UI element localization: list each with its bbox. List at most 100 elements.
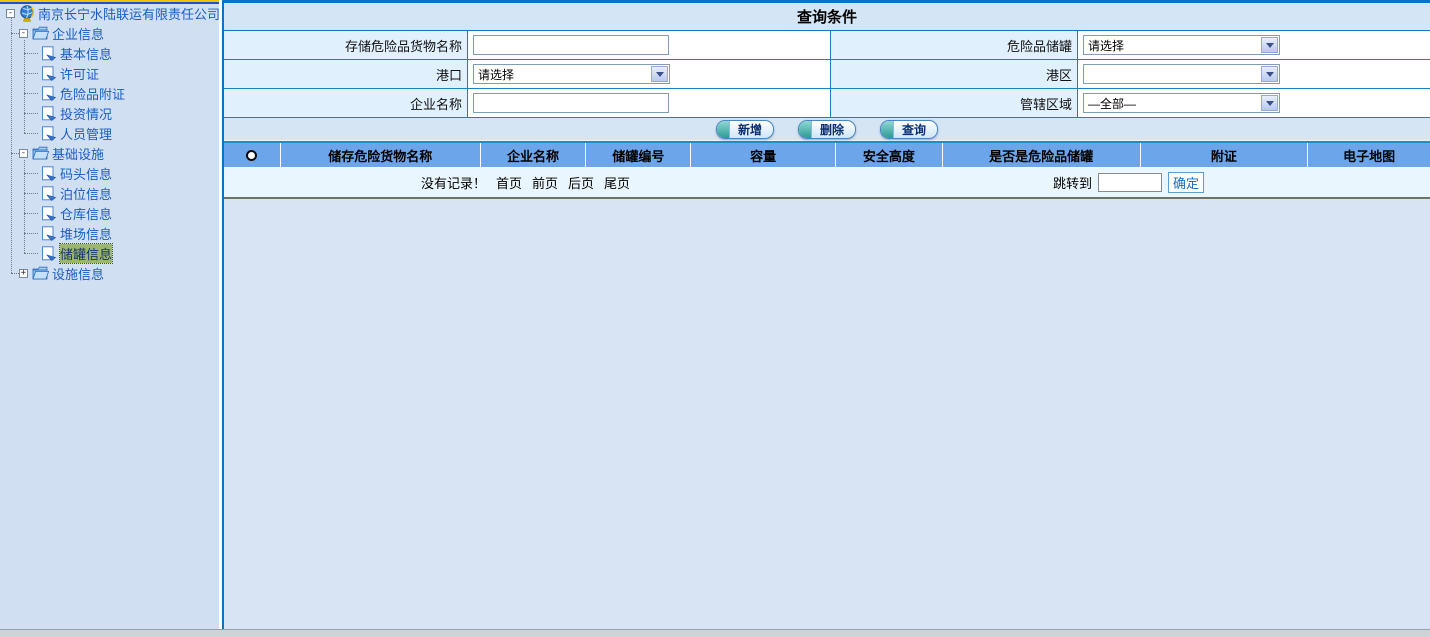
tree-group-facility: + 设施信息 (19, 263, 104, 283)
tree-connector (11, 14, 12, 273)
sidebar-tree: - 南京长宁水陆联运有限责任公司 - 企业信息 基本信息 许 (0, 0, 219, 629)
document-edit-icon (41, 86, 57, 101)
document-edit-icon (41, 246, 57, 261)
column-header-safety-height: 安全高度 (835, 143, 942, 167)
tree-group-enterprise: - 企业信息 (19, 23, 104, 43)
chevron-down-icon[interactable] (1261, 66, 1278, 82)
column-header-stored-goods-name: 储存危险货物名称 (280, 143, 480, 167)
tree-leaf-row: 储罐信息 (41, 243, 112, 263)
confirm-button[interactable]: 确定 (1168, 172, 1204, 193)
next-page-link[interactable]: 后页 (568, 173, 594, 192)
tree-item-facility-info[interactable]: 设施信息 (52, 264, 104, 283)
tree-leaf-row: 仓库信息 (41, 203, 112, 223)
tree-group-infrastructure: - 基础设施 (19, 143, 104, 163)
tree-connector (24, 253, 38, 254)
document-edit-icon (41, 226, 57, 241)
tree-item-storage-tank-info-selected[interactable]: 储罐信息 (60, 244, 112, 263)
delete-button[interactable]: 删除 (798, 120, 856, 139)
tree-item-yard-info[interactable]: 堆场信息 (60, 224, 112, 243)
enterprise-name-input[interactable] (473, 93, 669, 113)
column-header-tank-number: 储罐编号 (585, 143, 690, 167)
dangerous-tank-select[interactable]: 请选择 (1083, 35, 1280, 55)
tree-item-enterprise-info[interactable]: 企业信息 (52, 24, 104, 43)
tree-connector (24, 93, 38, 94)
tree-item-berth-info[interactable]: 泊位信息 (60, 184, 112, 203)
jurisdiction-select[interactable]: —全部— (1083, 93, 1280, 113)
jump-page-input[interactable] (1098, 173, 1162, 192)
column-header-enterprise-name: 企业名称 (480, 143, 586, 167)
first-page-link[interactable]: 首页 (496, 173, 522, 192)
jump-to-label: 跳转到 (1053, 173, 1092, 192)
tree-connector (24, 213, 38, 214)
tree-connector (24, 133, 38, 134)
chevron-down-icon[interactable] (651, 66, 668, 82)
tree-item-basic-info[interactable]: 基本信息 (60, 44, 112, 63)
collapse-expander-icon[interactable]: - (19, 149, 28, 158)
horizontal-scrollbar[interactable] (0, 629, 1430, 637)
collapse-expander-icon[interactable]: - (6, 9, 15, 18)
column-header-e-map: 电子地图 (1307, 143, 1430, 167)
port-select[interactable]: 请选择 (473, 64, 670, 84)
tree-root-label[interactable]: 南京长宁水陆联运有限责任公司 (38, 4, 219, 23)
no-records-message: 没有记录！ (421, 173, 486, 192)
tree-leaf-row: 投资情况 (41, 103, 112, 123)
tree-leaf-row: 基本信息 (41, 43, 112, 63)
dangerous-tank-select-value: 请选择 (1088, 37, 1124, 54)
prev-page-link[interactable]: 前页 (532, 173, 558, 192)
tree-item-dock-info[interactable]: 码头信息 (60, 164, 112, 183)
empty-content-area (224, 199, 1430, 598)
tree-leaf-row: 泊位信息 (41, 183, 112, 203)
stored-goods-name-input[interactable] (473, 35, 669, 55)
document-edit-icon (41, 206, 57, 221)
query-conditions-title: 查询条件 (224, 3, 1430, 31)
jurisdiction-select-value: —全部— (1088, 95, 1136, 112)
last-page-link[interactable]: 尾页 (604, 173, 630, 192)
field-label-jurisdiction: 管辖区域 (830, 89, 1077, 117)
search-button[interactable]: 查询 (880, 120, 938, 139)
select-all-column-header[interactable] (224, 143, 280, 167)
globe-icon (19, 5, 35, 22)
page-title: 查询条件 (797, 6, 857, 27)
column-header-capacity: 容量 (690, 143, 835, 167)
tree-item-investment[interactable]: 投资情况 (60, 104, 112, 123)
port-select-value: 请选择 (478, 66, 514, 83)
expand-expander-icon[interactable]: + (19, 269, 28, 278)
tree-connector (11, 273, 19, 274)
tree-leaf-row: 许可证 (41, 63, 99, 83)
document-edit-icon (41, 126, 57, 141)
tree-connector (24, 73, 38, 74)
document-edit-icon (41, 186, 57, 201)
tree-connector (24, 193, 38, 194)
tree-item-license[interactable]: 许可证 (60, 64, 99, 83)
add-button[interactable]: 新增 (716, 120, 774, 139)
field-label-port: 港口 (224, 60, 467, 88)
results-table-header: 储存危险货物名称 企业名称 储罐编号 容量 安全高度 是否是危险品储罐 附证 电… (224, 141, 1430, 167)
field-label-dangerous-tank: 危险品储罐 (830, 31, 1077, 59)
tree-root-row: - 南京长宁水陆联运有限责任公司 (6, 3, 219, 23)
column-header-is-dangerous-tank: 是否是危险品储罐 (942, 143, 1140, 167)
document-edit-icon (41, 166, 57, 181)
pagination-bar: 没有记录！ 首页 前页 后页 尾页 跳转到 确定 (224, 167, 1430, 197)
field-label-enterprise-name: 企业名称 (224, 89, 467, 117)
tree-connector (11, 153, 19, 154)
tree-connector (24, 173, 38, 174)
tree-item-infrastructure[interactable]: 基础设施 (52, 144, 104, 163)
radio-circle-icon[interactable] (246, 150, 257, 161)
tree-item-warehouse-info[interactable]: 仓库信息 (60, 204, 112, 223)
document-edit-icon (41, 46, 57, 61)
column-header-attached-cert: 附证 (1140, 143, 1308, 167)
port-area-select[interactable] (1083, 64, 1280, 84)
tree-item-personnel[interactable]: 人员管理 (60, 124, 112, 143)
document-edit-icon (41, 106, 57, 121)
tree-leaf-row: 危险品附证 (41, 83, 125, 103)
chevron-down-icon[interactable] (1261, 95, 1278, 111)
tree-leaf-row: 人员管理 (41, 123, 112, 143)
tree-connector (11, 33, 19, 34)
field-label-port-area: 港区 (830, 60, 1077, 88)
query-form-row: 港口 请选择 港区 (224, 60, 1430, 89)
main-panel: 查询条件 存储危险品货物名称 危险品储罐 请选择 港口 请选择 港区 (222, 0, 1430, 629)
chevron-down-icon[interactable] (1261, 37, 1278, 53)
collapse-expander-icon[interactable]: - (19, 29, 28, 38)
query-form-row: 企业名称 管辖区域 —全部— (224, 89, 1430, 118)
tree-item-dangerous-goods-cert[interactable]: 危险品附证 (60, 84, 125, 103)
